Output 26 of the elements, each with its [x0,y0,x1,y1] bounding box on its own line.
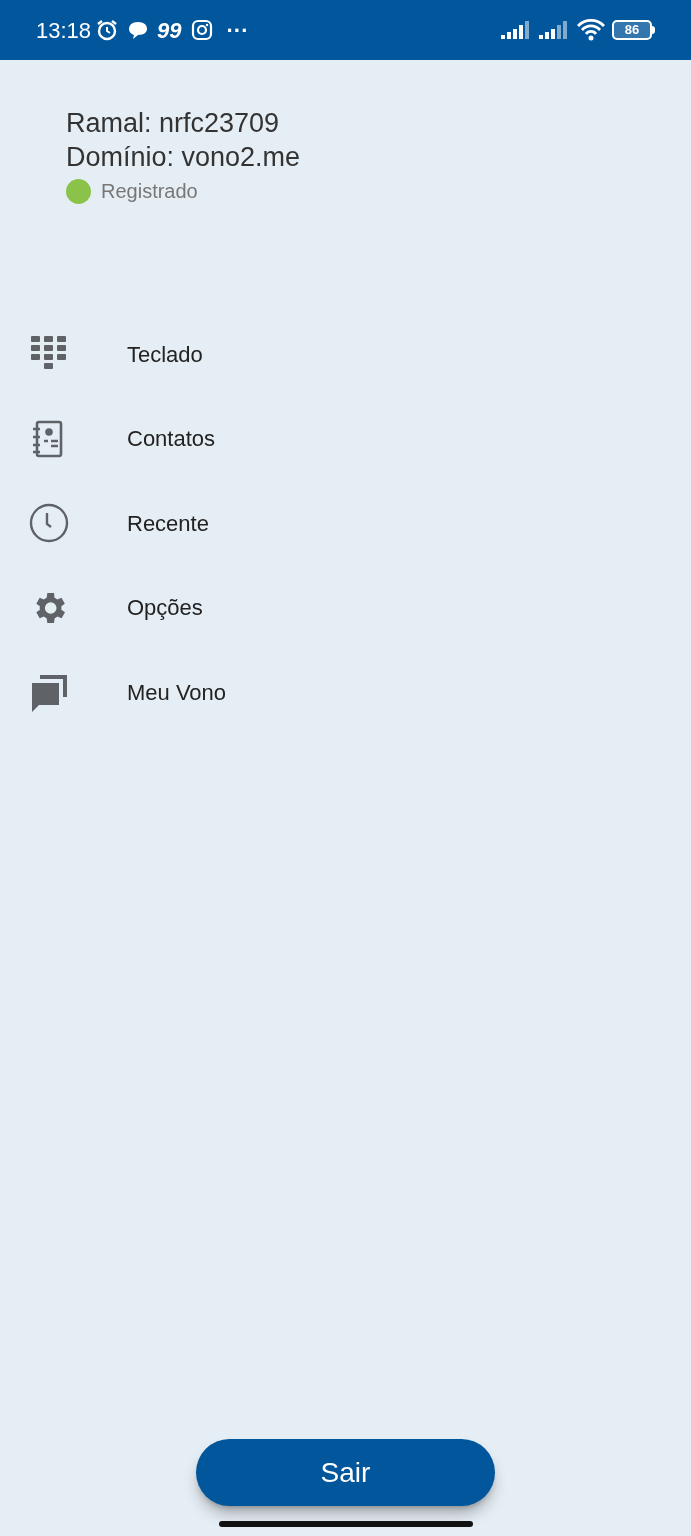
menu-item[interactable]: Recente [0,481,691,566]
clock-icon [29,503,69,544]
home-indicator[interactable] [218,1521,473,1527]
menu-item[interactable]: Opções [0,565,691,650]
registration-status: Registrado [101,179,198,204]
menu-label: Contatos [127,425,216,454]
domain-label: Domínio: vono2.me [66,141,302,174]
chat-icon [29,672,69,713]
menu-label: Recente [127,509,209,538]
menu-item[interactable]: Contatos [0,396,691,481]
notification-count: 99 [157,16,182,45]
menu-item[interactable]: Meu Vono [0,650,691,735]
battery-indicator: 86 [612,20,652,40]
extension-label: Ramal: nrfc23709 [66,107,281,140]
status-time: 13:18 [36,16,92,45]
logout-button[interactable]: Sair [196,1439,495,1506]
wifi-icon [576,18,606,42]
camera-icon [190,19,213,41]
signal-icon [538,20,570,40]
menu-label: Teclado [127,340,203,369]
menu-label: Opções [127,594,203,623]
signal-icon [500,20,532,40]
chat-bubble-icon [127,20,150,40]
more-notifications: ··· [226,16,249,45]
menu-label: Meu Vono [127,678,227,707]
menu-item[interactable]: Teclado [0,312,691,397]
